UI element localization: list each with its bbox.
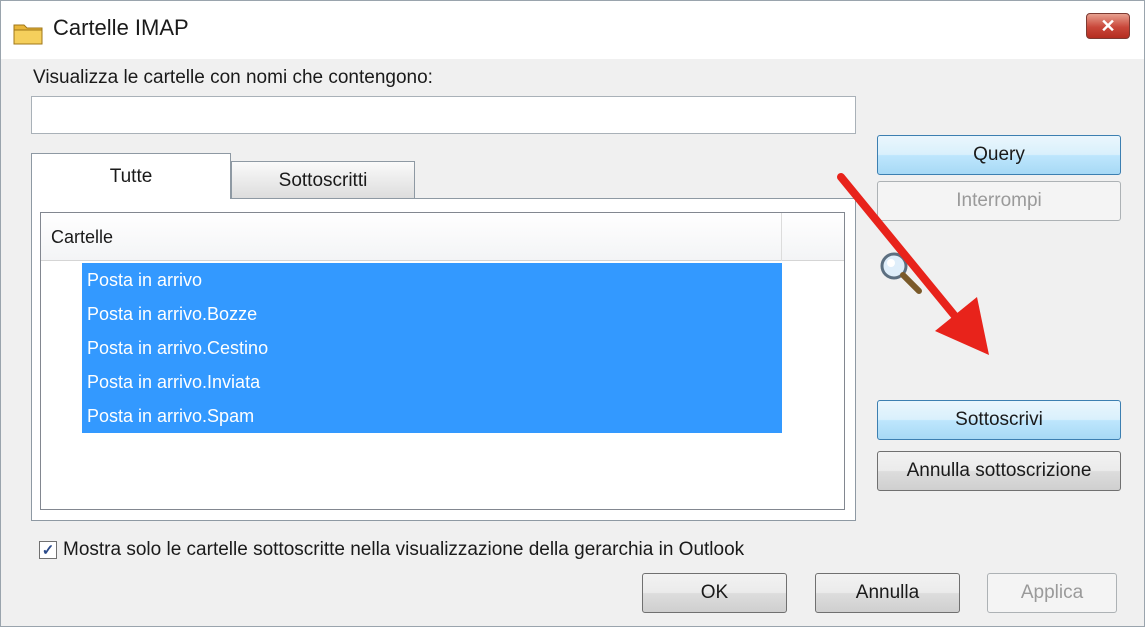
tab-all-label: Tutte bbox=[109, 165, 153, 187]
tab-subscribed[interactable]: Sottoscritti bbox=[231, 161, 415, 199]
close-button[interactable]: ✕ bbox=[1086, 13, 1130, 39]
column-header-folders[interactable]: Cartelle bbox=[51, 227, 113, 248]
folder-name-filter-input[interactable] bbox=[31, 96, 856, 134]
list-item[interactable]: Posta in arrivo.Cestino bbox=[82, 331, 782, 365]
apply-button[interactable]: Applica bbox=[987, 573, 1117, 613]
query-button[interactable]: Query bbox=[877, 135, 1121, 175]
unsubscribe-button[interactable]: Annulla sottoscrizione bbox=[877, 451, 1121, 491]
cancel-button[interactable]: Annulla bbox=[815, 573, 960, 613]
window-title: Cartelle IMAP bbox=[53, 15, 189, 40]
folder-icon bbox=[13, 24, 43, 45]
subscribed-only-option[interactable]: ✓ Mostra solo le cartelle sottoscritte n… bbox=[39, 539, 744, 561]
imap-folders-dialog: Cartelle IMAP ✕ Visualizza le cartelle c… bbox=[0, 0, 1145, 627]
tab-panel: Cartelle Posta in arrivo Posta in arrivo… bbox=[31, 198, 856, 521]
close-icon: ✕ bbox=[1100, 15, 1116, 36]
folder-list[interactable]: Cartelle Posta in arrivo Posta in arrivo… bbox=[40, 212, 845, 510]
subscribed-only-label: Mostra solo le cartelle sottoscritte nel… bbox=[63, 539, 745, 560]
ok-button[interactable]: OK bbox=[642, 573, 787, 613]
tab-subscribed-label: Sottoscritti bbox=[278, 169, 368, 191]
list-item[interactable]: Posta in arrivo.Bozze bbox=[82, 297, 782, 331]
title-bar: Cartelle IMAP ✕ bbox=[1, 1, 1144, 59]
tab-all[interactable]: Tutte bbox=[31, 153, 231, 199]
subscribe-button[interactable]: Sottoscrivi bbox=[877, 400, 1121, 440]
red-arrow-icon bbox=[837, 173, 989, 355]
filter-label: Visualizza le cartelle con nomi che cont… bbox=[33, 67, 433, 88]
list-item[interactable]: Posta in arrivo.Inviata bbox=[82, 365, 782, 399]
list-item[interactable]: Posta in arrivo bbox=[82, 263, 782, 297]
folder-rows: Posta in arrivo Posta in arrivo.Bozze Po… bbox=[82, 263, 782, 433]
subscribed-only-checkbox[interactable]: ✓ bbox=[39, 541, 57, 559]
list-item[interactable]: Posta in arrivo.Spam bbox=[82, 399, 782, 433]
column-separator[interactable] bbox=[781, 213, 782, 261]
list-header: Cartelle bbox=[41, 213, 844, 261]
